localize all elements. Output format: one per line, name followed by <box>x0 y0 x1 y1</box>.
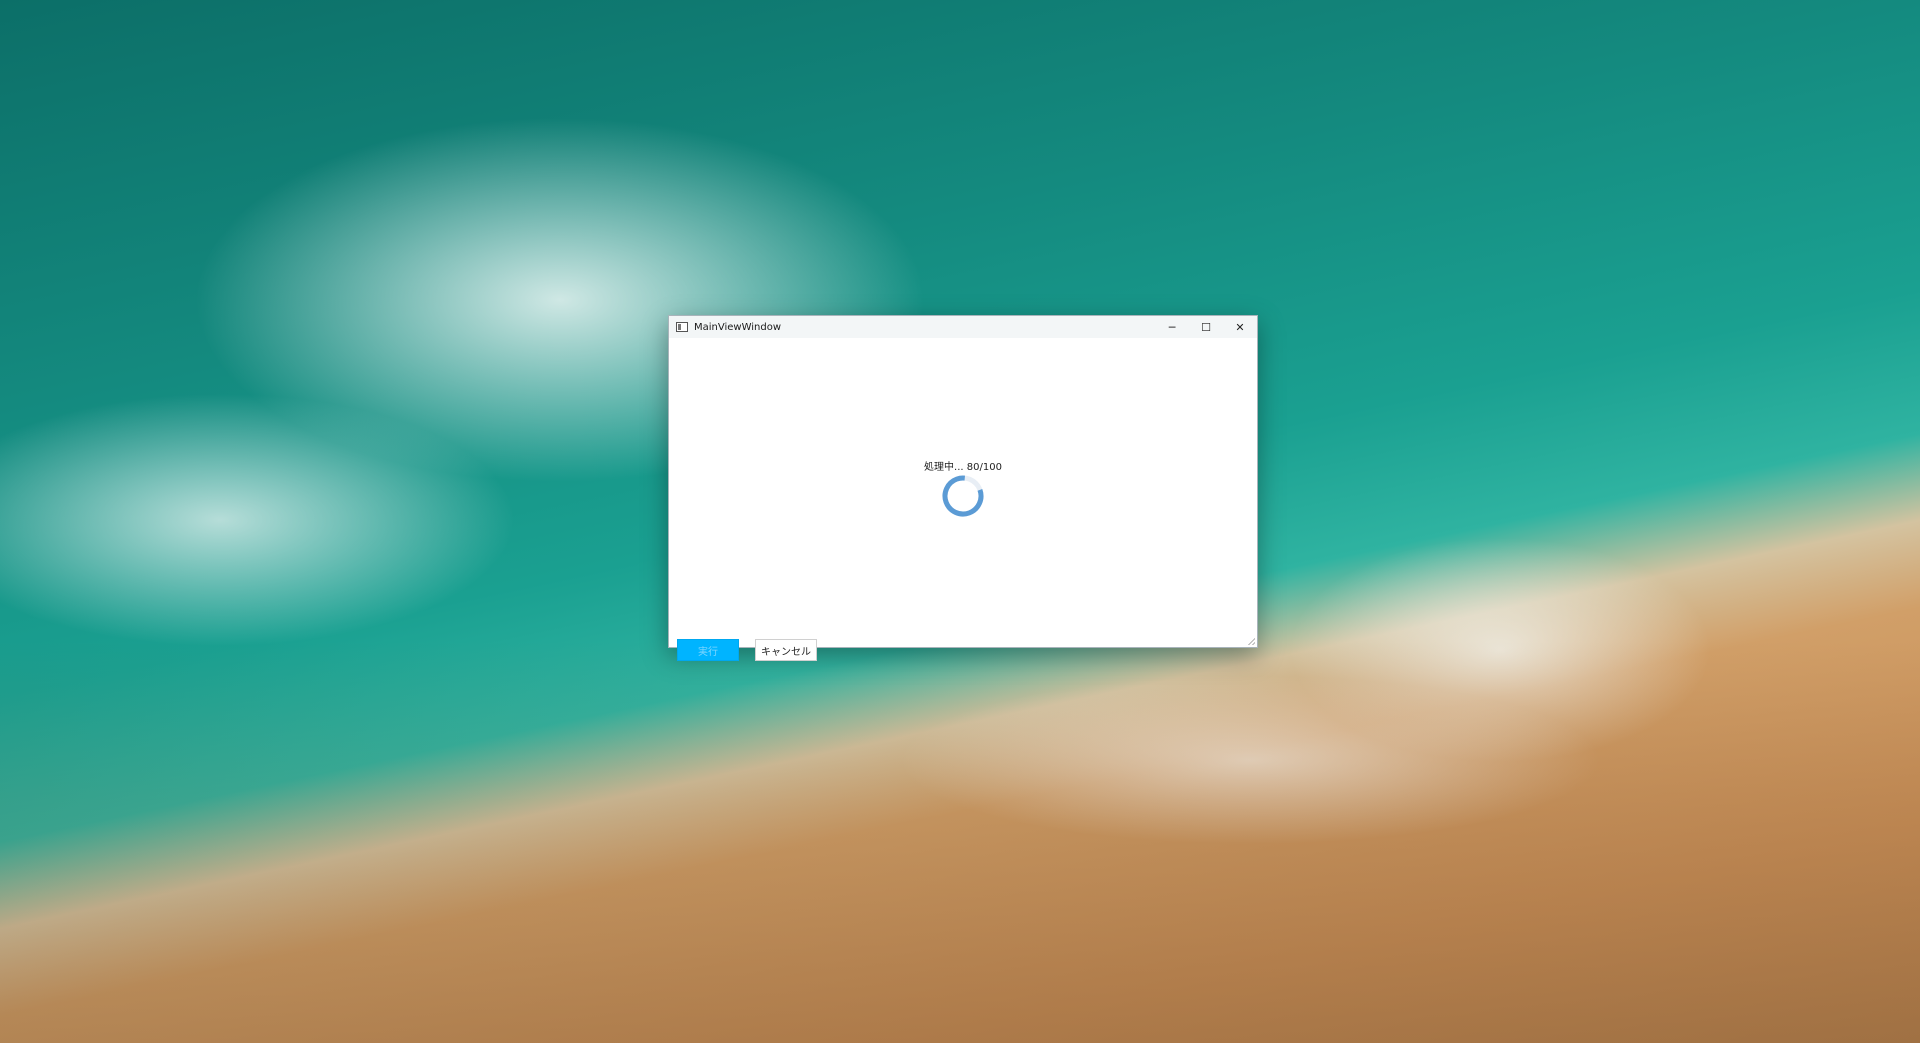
maximize-button[interactable]: ☐ <box>1189 316 1223 338</box>
app-icon <box>676 322 688 332</box>
run-button[interactable]: 実行 <box>677 639 739 661</box>
resize-grip[interactable] <box>1247 637 1255 645</box>
window-title: MainViewWindow <box>694 321 782 333</box>
spinner-arc <box>942 475 984 517</box>
progress-status-text: 処理中... 80/100 <box>924 462 1002 473</box>
main-window: MainViewWindow ─ ☐ ✕ 処理中... 80/100 実行 キャ… <box>668 315 1258 661</box>
window-content: 処理中... 80/100 実行 キャンセル <box>669 338 1257 661</box>
cancel-button[interactable]: キャンセル <box>755 639 817 661</box>
wallpaper-shade <box>0 640 1920 1043</box>
close-button[interactable]: ✕ <box>1223 316 1257 338</box>
title-bar[interactable]: MainViewWindow ─ ☐ ✕ <box>669 316 1257 338</box>
minimize-button[interactable]: ─ <box>1155 316 1189 338</box>
loading-spinner-icon <box>942 475 984 517</box>
window-controls: ─ ☐ ✕ <box>1155 316 1257 338</box>
